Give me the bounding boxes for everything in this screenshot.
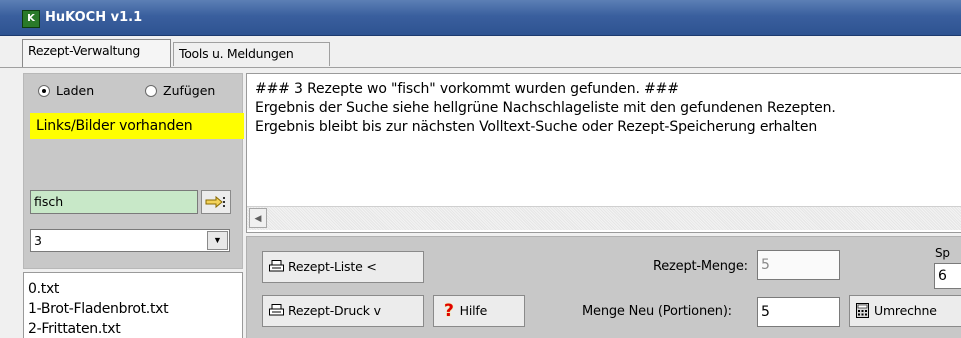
app-logo-icon: K [22, 10, 40, 28]
list-item[interactable]: 1-Brot-Fladenbrot.txt [28, 301, 169, 317]
cut-off-label: Sp [935, 246, 950, 260]
message-line: ### 3 Rezepte wo "fisch" vorkommt wurden… [255, 81, 679, 97]
scroll-left-icon[interactable]: ◀ [249, 208, 267, 228]
message-line: Ergebnis bleibt bis zur nächsten Volltex… [255, 119, 818, 135]
links-banner: Links/Bilder vorhanden [30, 113, 244, 139]
window-title: HuKOCH v1.1 [45, 10, 143, 25]
rezept-liste-label: Rezept-Liste < [288, 259, 377, 274]
menge-neu-field[interactable]: 5 [757, 297, 840, 327]
radio-unselected-icon [145, 85, 157, 97]
calculator-icon [856, 303, 869, 318]
radio-zufuegen[interactable]: Zufügen [145, 83, 215, 98]
radio-selected-icon [38, 85, 50, 97]
result-count-value: 3 [34, 233, 42, 248]
message-line: Ergebnis der Suche siehe hellgrüne Nachs… [255, 100, 836, 116]
printer-icon [269, 260, 284, 272]
hilfe-button[interactable]: ? Hilfe [433, 295, 525, 327]
tab-tools-meldungen[interactable]: Tools u. Meldungen [173, 42, 330, 66]
search-input[interactable]: fisch [30, 190, 198, 214]
radio-zufuegen-label: Zufügen [163, 83, 216, 98]
hilfe-label: Hilfe [459, 303, 488, 318]
rezept-druck-button[interactable]: Rezept-Druck v [262, 295, 424, 327]
rezept-liste-button[interactable]: Rezept-Liste < [262, 251, 424, 283]
search-button[interactable] [201, 190, 231, 214]
list-item[interactable]: 0.txt [28, 281, 59, 297]
radio-laden-label: Laden [56, 83, 95, 98]
rezept-druck-label: Rezept-Druck v [288, 303, 381, 318]
chevron-down-icon[interactable]: ▼ [207, 231, 228, 250]
rezept-menge-label: Rezept-Menge: [653, 259, 748, 274]
printer-icon [269, 304, 284, 316]
tab-rezept-verwaltung[interactable]: Rezept-Verwaltung [22, 39, 171, 67]
help-icon: ? [444, 301, 454, 321]
pointing-hand-icon [205, 195, 225, 209]
cut-off-field[interactable]: 6 [934, 263, 961, 289]
radio-laden[interactable]: Laden [38, 83, 94, 98]
menge-neu-label: Menge Neu (Portionen): [582, 304, 732, 319]
umrechnen-label: Umrechne [874, 303, 937, 318]
rezept-menge-field[interactable]: 5 [757, 250, 840, 280]
result-count-select[interactable] [30, 229, 230, 252]
umrechnen-button[interactable]: Umrechne [849, 295, 961, 327]
recipe-file-list[interactable]: 0.txt 1-Brot-Fladenbrot.txt 2-Frittaten.… [23, 272, 243, 338]
title-bar [0, 0, 961, 36]
horizontal-scrollbar[interactable] [247, 206, 961, 230]
list-item[interactable]: 2-Frittaten.txt [28, 321, 121, 337]
tab-divider [0, 67, 961, 68]
